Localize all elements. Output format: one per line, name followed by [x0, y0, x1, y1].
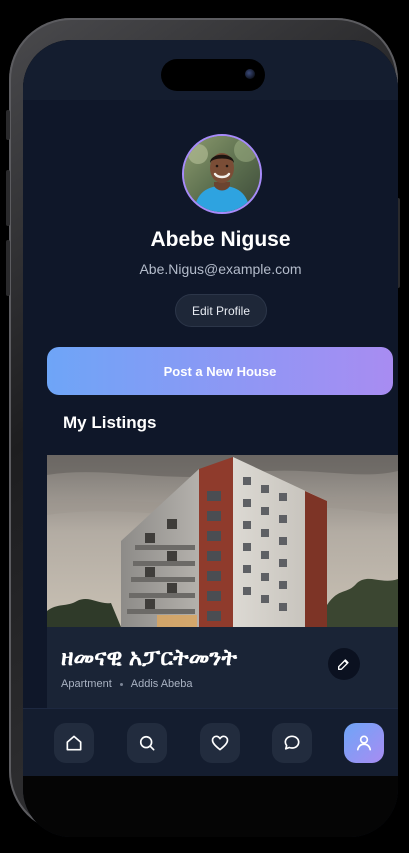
dynamic-island: [161, 59, 265, 91]
edit-profile-button[interactable]: Edit Profile: [175, 294, 267, 327]
edit-listing-button[interactable]: [328, 648, 360, 680]
heart-icon: [211, 735, 229, 751]
home-icon: [66, 735, 82, 751]
app-screen: Abebe Niguse Abe.Nigus@example.com Edit …: [23, 40, 398, 837]
listing-type: Apartment: [61, 678, 112, 690]
listing-location: Addis Abeba: [130, 678, 193, 690]
nav-home-button[interactable]: [54, 723, 94, 763]
action-button: [6, 110, 10, 140]
nav-profile-button[interactable]: [344, 723, 384, 763]
listing-card[interactable]: ዘመናዊ አፓርትመንት Apartment Addis Abeba: [47, 455, 398, 708]
listing-meta: Apartment Addis Abeba: [61, 678, 193, 690]
listing-title: ዘመናዊ አፓርትመንት: [61, 644, 237, 670]
profile-name: Abebe Niguse: [150, 228, 291, 251]
listing-photo: [47, 455, 398, 627]
home-indicator-area: [23, 776, 398, 837]
phone-frame: Abebe Niguse Abe.Nigus@example.com Edit …: [6, 18, 400, 837]
user-icon: [356, 735, 372, 751]
search-icon: [139, 735, 155, 751]
avatar[interactable]: [182, 134, 262, 214]
profile-page: Abebe Niguse Abe.Nigus@example.com Edit …: [23, 100, 398, 708]
nav-messages-button[interactable]: [272, 723, 312, 763]
phone-screen-bezel: Abebe Niguse Abe.Nigus@example.com Edit …: [23, 40, 398, 837]
chat-icon: [284, 735, 300, 750]
camera-icon: [245, 69, 255, 79]
my-listings-heading: My Listings: [63, 413, 157, 432]
bottom-navigation: [23, 708, 398, 777]
volume-up-button: [6, 170, 10, 226]
profile-email: Abe.Nigus@example.com: [139, 261, 302, 277]
edit-icon: [338, 659, 349, 670]
status-bar: [23, 40, 398, 101]
nav-search-button[interactable]: [127, 723, 167, 763]
avatar-photo: [184, 136, 260, 212]
separator-dot: [119, 682, 123, 686]
nav-favorites-button[interactable]: [200, 723, 240, 763]
volume-down-button: [6, 240, 10, 296]
post-new-house-button[interactable]: Post a New House: [47, 347, 393, 395]
